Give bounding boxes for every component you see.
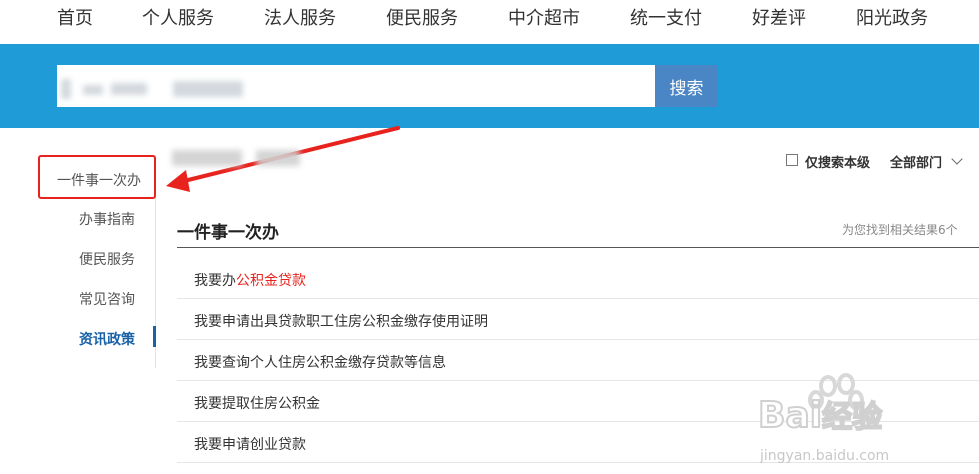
result-item-text: 我要办公积金贷款: [194, 273, 306, 289]
result-item[interactable]: 我要申请出具贷款职工住房公积金缴存使用证明: [177, 299, 979, 340]
local-only-checkbox[interactable]: [786, 154, 798, 166]
result-item-text: 我要提取住房公积金: [194, 396, 320, 412]
blurred-breadcrumb: [256, 150, 300, 166]
result-count: 为您找到相关结果6个: [842, 223, 958, 237]
result-keyword-highlight: 公积金贷款: [236, 273, 306, 289]
blurred-breadcrumb: [172, 150, 242, 166]
result-item-text: 我要申请出具贷款职工住房公积金缴存使用证明: [194, 314, 488, 330]
result-item[interactable]: 我要提取住房公积金: [177, 381, 979, 422]
department-select[interactable]: 全部部门: [890, 152, 942, 171]
result-item[interactable]: 我要办公积金贷款: [177, 258, 979, 299]
result-item[interactable]: 我要申请创业贷款: [177, 422, 979, 463]
result-item-text: 我要申请创业贷款: [194, 437, 306, 453]
title-divider: [177, 247, 979, 248]
results-section-title: 一件事一次办: [177, 223, 279, 243]
result-item-text: 我要查询个人住房公积金缴存贷款等信息: [194, 355, 446, 371]
result-item[interactable]: 我要查询个人住房公积金缴存贷款等信息: [177, 340, 979, 381]
local-only-label: 仅搜索本级: [805, 156, 871, 171]
